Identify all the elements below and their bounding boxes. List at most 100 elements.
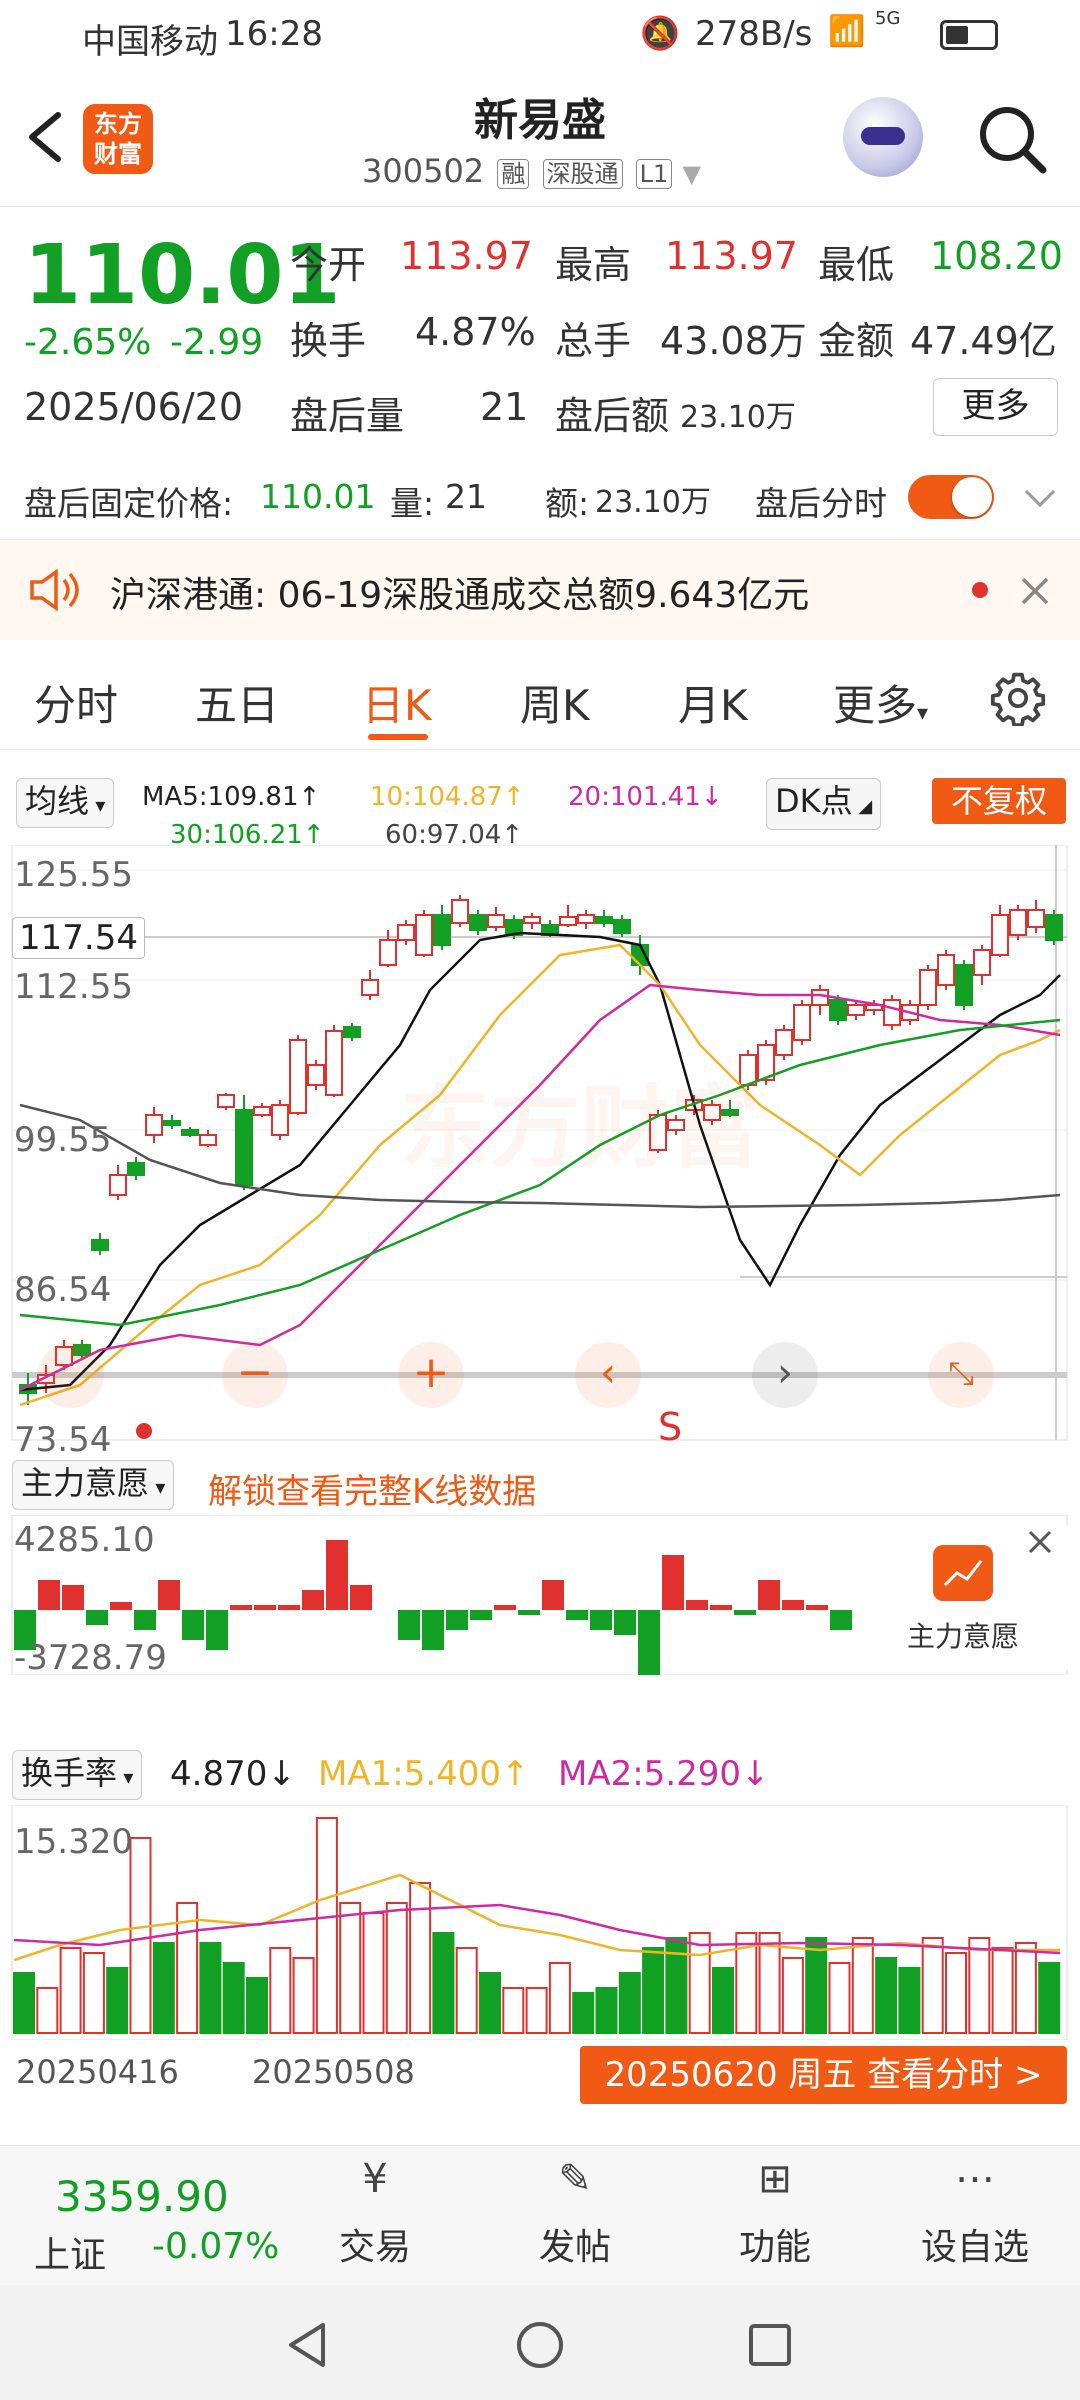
- candle-body: [559, 916, 577, 926]
- ma-selector[interactable]: 均线 ▾: [16, 778, 115, 828]
- history-button[interactable]: [38, 1342, 104, 1408]
- view-intraday-banner[interactable]: 20250620 周五 查看分时 >: [580, 2046, 1067, 2104]
- turnover-bar: [222, 1962, 245, 2034]
- flow-bar: [134, 1610, 156, 1630]
- after-amount-label: 盘后额: [555, 394, 670, 438]
- candle-body: [397, 924, 415, 941]
- candle-body: [955, 964, 973, 1006]
- adjustment-button[interactable]: 不复权: [932, 778, 1066, 824]
- kline-chart-area: 均线 ▾ MA5:109.81↑ 10:104.87↑ 20:101.41↓ 3…: [0, 760, 1080, 2130]
- tab-five-day[interactable]: 五日: [195, 672, 279, 733]
- function-button[interactable]: ⊞ 功能: [700, 2156, 850, 2270]
- chevron-down-icon[interactable]: [1020, 483, 1060, 513]
- stock-code-row[interactable]: 300502 融 深股通 L1 ▼: [362, 152, 701, 190]
- turnover-bar: [875, 1957, 898, 2034]
- turnover-bar: [781, 1957, 804, 2034]
- flow-bar: [542, 1580, 564, 1610]
- turnover-bar: [618, 1972, 641, 2034]
- add-watchlist-button[interactable]: ⋯ 设自选: [900, 2156, 1050, 2270]
- status-bar: 中国移动 16:28 🔕 278B/s 📶 5G: [0, 0, 1080, 72]
- candle-body: [469, 914, 487, 931]
- candle-body: [1027, 909, 1045, 928]
- date-tick-2: 20250508: [252, 2053, 415, 2091]
- scroll-left-button[interactable]: ‹: [575, 1342, 641, 1408]
- turnover-bar: [362, 1912, 385, 2034]
- candle-body: [127, 1162, 145, 1176]
- search-icon[interactable]: [975, 102, 1050, 177]
- turnover-bar: [921, 1937, 944, 2034]
- tab-monthly-k[interactable]: 月K: [678, 672, 748, 733]
- unlock-kline-link[interactable]: 解锁查看完整K线数据: [208, 1464, 536, 1513]
- low-label: 最低: [818, 243, 895, 287]
- more-button[interactable]: 更多: [933, 378, 1058, 436]
- nav-recents-icon[interactable]: [745, 2320, 795, 2370]
- turnover-bar: [315, 1817, 338, 2034]
- turnover-bar: [758, 1932, 781, 2034]
- candle-body: [919, 969, 937, 1006]
- candle-body: [775, 1029, 793, 1056]
- robot-assistant-icon[interactable]: [843, 97, 923, 177]
- flow-bar: [494, 1605, 516, 1610]
- turnover-bar: [688, 1932, 711, 2034]
- nav-home-icon[interactable]: [515, 2320, 565, 2370]
- settings-gear-icon[interactable]: [990, 670, 1046, 726]
- dk-point-toggle[interactable]: DK点 ◢: [766, 778, 882, 830]
- ma10-legend: 10:104.87↑: [370, 782, 525, 812]
- candle-body: [451, 899, 469, 924]
- news-ticker[interactable]: 沪深港通: 06-19深股通成交总额9.643亿元: [0, 540, 1080, 640]
- flow-bar: [302, 1590, 324, 1610]
- candle-body: [289, 1039, 307, 1114]
- flow-bar: [614, 1610, 636, 1635]
- flow-bar: [710, 1605, 732, 1610]
- close-flow-icon[interactable]: [1026, 1528, 1054, 1556]
- turnover-bar: [82, 1952, 105, 2034]
- turnover-bar: [199, 1942, 222, 2034]
- tab-weekly-k[interactable]: 周K: [520, 672, 590, 733]
- turnover-bar: [851, 1937, 874, 2034]
- turnover-indicator-selector[interactable]: 换手率 ▾: [12, 1750, 143, 1800]
- turnover-bar: [572, 1992, 595, 2034]
- low-value: 108.20: [930, 234, 1063, 278]
- zoom-in-button[interactable]: +: [398, 1342, 464, 1408]
- after-price: 110.01: [260, 477, 376, 516]
- quote-panel: 110.01 -2.65% -2.99 2025/06/20 今开 113.97…: [0, 210, 1080, 455]
- high-value: 113.97: [665, 234, 798, 278]
- index-value[interactable]: 3359.90: [55, 2172, 229, 2221]
- candle-body: [235, 1109, 253, 1186]
- nav-back-icon[interactable]: [283, 2320, 333, 2370]
- after-hours-toggle[interactable]: [908, 475, 994, 519]
- zoom-out-button[interactable]: −: [222, 1342, 288, 1408]
- candle-body: [163, 1120, 181, 1126]
- crosshair-price-label: 117.54: [12, 917, 145, 959]
- period-tabs: 分时 五日 日K 周K 月K 更多▾: [0, 650, 1080, 750]
- flow-indicator-selector[interactable]: 主力意愿 ▾: [12, 1460, 175, 1510]
- volume-label: 总手: [555, 319, 632, 363]
- post-button[interactable]: ✎ 发帖: [500, 2156, 650, 2270]
- clock: 16:28: [225, 14, 323, 54]
- candle-body: [433, 914, 451, 946]
- after-qty: 21: [445, 477, 487, 516]
- scroll-right-button[interactable]: ›: [752, 1342, 818, 1408]
- fullscreen-icon[interactable]: ⤡: [928, 1342, 994, 1408]
- turnover-bar: [269, 1947, 292, 2034]
- candle-body: [109, 1174, 127, 1196]
- after-qty-label: 量:: [390, 484, 435, 523]
- tab-intraday[interactable]: 分时: [34, 672, 118, 733]
- change-pct: -2.65%: [24, 322, 152, 363]
- flow-bar: [86, 1610, 108, 1625]
- flow-bar: [782, 1600, 804, 1610]
- candle-body: [415, 914, 433, 956]
- after-amt: 23.10万: [595, 485, 711, 520]
- flow-bar: [806, 1605, 828, 1610]
- close-icon[interactable]: [1018, 574, 1052, 608]
- tab-more[interactable]: 更多▾: [833, 672, 928, 733]
- flow-bar: [38, 1580, 60, 1610]
- unread-dot: [972, 582, 988, 598]
- tab-daily-k[interactable]: 日K: [362, 672, 432, 733]
- amount-value: 47.49亿: [910, 319, 1057, 363]
- network-type: 5G: [875, 8, 901, 29]
- turnover-bar: [1038, 1962, 1061, 2034]
- y-tick-4: 86.54: [14, 1270, 112, 1310]
- candle-body: [307, 1064, 325, 1086]
- trade-button[interactable]: ¥ 交易: [300, 2156, 450, 2270]
